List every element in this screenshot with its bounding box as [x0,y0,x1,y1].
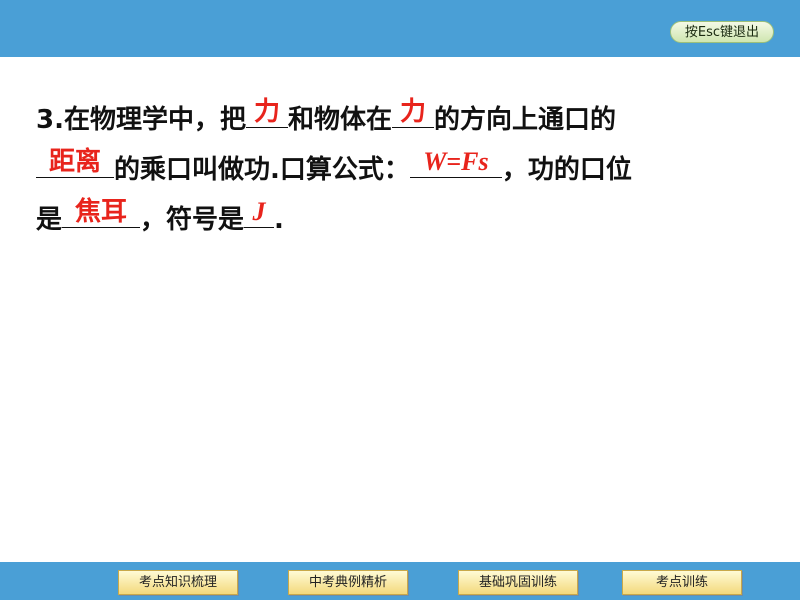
answer-text: 力 [399,97,426,127]
question-text-segment: 的方向上通口的 [433,105,616,135]
answer-text: 力 [253,97,280,127]
answer-formula: W=Fs [423,147,489,176]
question-text-segment: ，功的口位 [501,155,632,185]
bottom-nav-bar: 考点知识梳理 中考典例精析 基础巩固训练 考点训练 [0,562,800,600]
question-line-2: 距离 的乘口叫做功.口算公式： W=Fs ，功的口位 [36,145,756,195]
nav-button-basic-practice[interactable]: 基础巩固训练 [458,570,578,595]
answer-blank: 力 [245,97,288,128]
question-line-3: 是焦耳 ，符号是 J. [36,195,756,245]
question-text-segment: 的乘口叫做功.口算公式： [114,155,410,185]
answer-blank: W=Fs [409,147,502,178]
question-line-1: 3.在物理学中，把力和物体在力的方向上通口的 [36,95,756,145]
answer-blank: 力 [391,97,434,128]
question-text-segment: 3.在物理学中，把 [36,105,246,135]
exit-button[interactable]: 按Esc键退出 [669,21,774,43]
answer-blank: 焦耳 [62,197,141,228]
question-text: 3.在物理学中，把力和物体在力的方向上通口的 距离 的乘口叫做功.口算公式： W=F… [36,95,756,245]
question-text-segment: 和物体在 [287,105,392,135]
answer-text: 焦耳 [75,197,128,227]
answer-blank: 距离 [36,149,114,178]
question-text-segment: ，符号是 [140,205,245,235]
nav-button-example-analysis[interactable]: 中考典例精析 [288,570,408,595]
nav-button-key-points[interactable]: 考点知识梳理 [118,570,238,595]
top-bar: 按Esc键退出 [0,0,800,57]
question-text-segment: 是 [36,205,63,235]
answer-symbol: J [252,197,266,226]
nav-button-exam-training[interactable]: 考点训练 [622,570,742,595]
answer-blank: J [244,197,275,228]
question-text-segment: . [274,205,284,235]
answer-text: 距离 [48,147,101,177]
